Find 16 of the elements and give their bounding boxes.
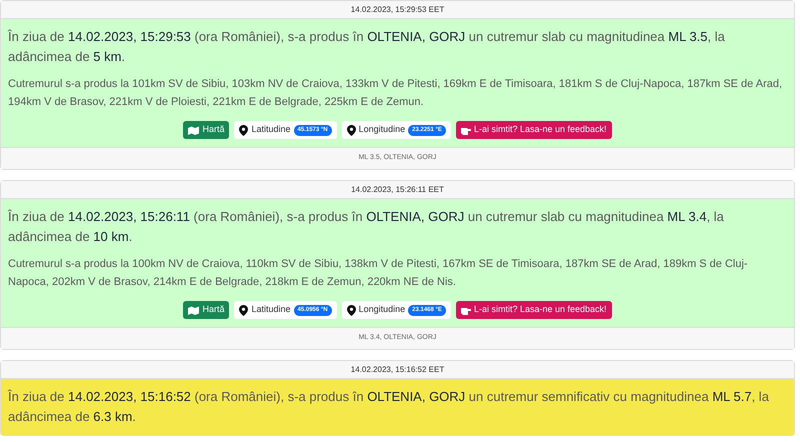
card-header: 14.02.2023, 15:26:11 EET xyxy=(1,181,794,199)
earthquake-summary: În ziua de 14.02.2023, 15:29:53 (ora României), s-a produs în OLTENIA, GORJ un cutremur slab cu magnitudinea ML 3.5, la adâncimea de 5 km. xyxy=(8,28,726,66)
map-button[interactable]: Hartă xyxy=(183,301,230,319)
earthquake-summary: În ziua de 14.02.2023, 15:26:11 (ora României), s-a produs în OLTENIA, GORJ un cutremur slab cu magnitudinea ML 3.4, la adâncimea de 10 km. xyxy=(8,208,725,246)
coordinate-label: Latitudine xyxy=(251,123,291,136)
coordinate-label: Longitudine xyxy=(358,123,406,136)
feedback-button[interactable]: L-ai simtit? Lasa-ne un feedback! xyxy=(456,301,612,319)
map-button[interactable]: Hartă xyxy=(183,121,230,139)
coordinate-label: Longitudine xyxy=(358,303,406,316)
distance-details: Cutremurul s-a produs la 101km SV de Sibiu, 103km NV de Craiova, 133km V de Pitesti, 169km E de Timisoara, 181km S de Cluj-Napoca, 187km SE de Arad, 194km V de Brasov, 221km V de Ploiesti, 221km E de Belgrade, 225km E de Zemun. xyxy=(8,77,784,110)
feedback-button[interactable]: L-ai simtit? Lasa-ne un feedback! xyxy=(456,121,612,139)
earthquake-summary: În ziua de 14.02.2023, 15:16:52 (ora României), s-a produs în OLTENIA, GORJ un cutremur semnificativ cu magnitudinea ML 5.7, la adâncimea de 6.3 km. xyxy=(8,388,770,426)
coordinate-label: Latitudine xyxy=(251,303,291,316)
distance-details: Cutremurul s-a produs la 100km NV de Craiova, 110km SV de Sibiu, 138km V de Pitesti, 167km SE de Timisoara, 187km SE de Arad, 189km S de Cluj-Napoca, 202km V de Brasov, 214km E de Belgrade, 218km E de Zemun, 220km NE de Nis. xyxy=(8,257,749,290)
card-header: 14.02.2023, 15:16:52 EET xyxy=(1,361,794,379)
card-header: 14.02.2023, 15:29:53 EET xyxy=(1,1,794,19)
